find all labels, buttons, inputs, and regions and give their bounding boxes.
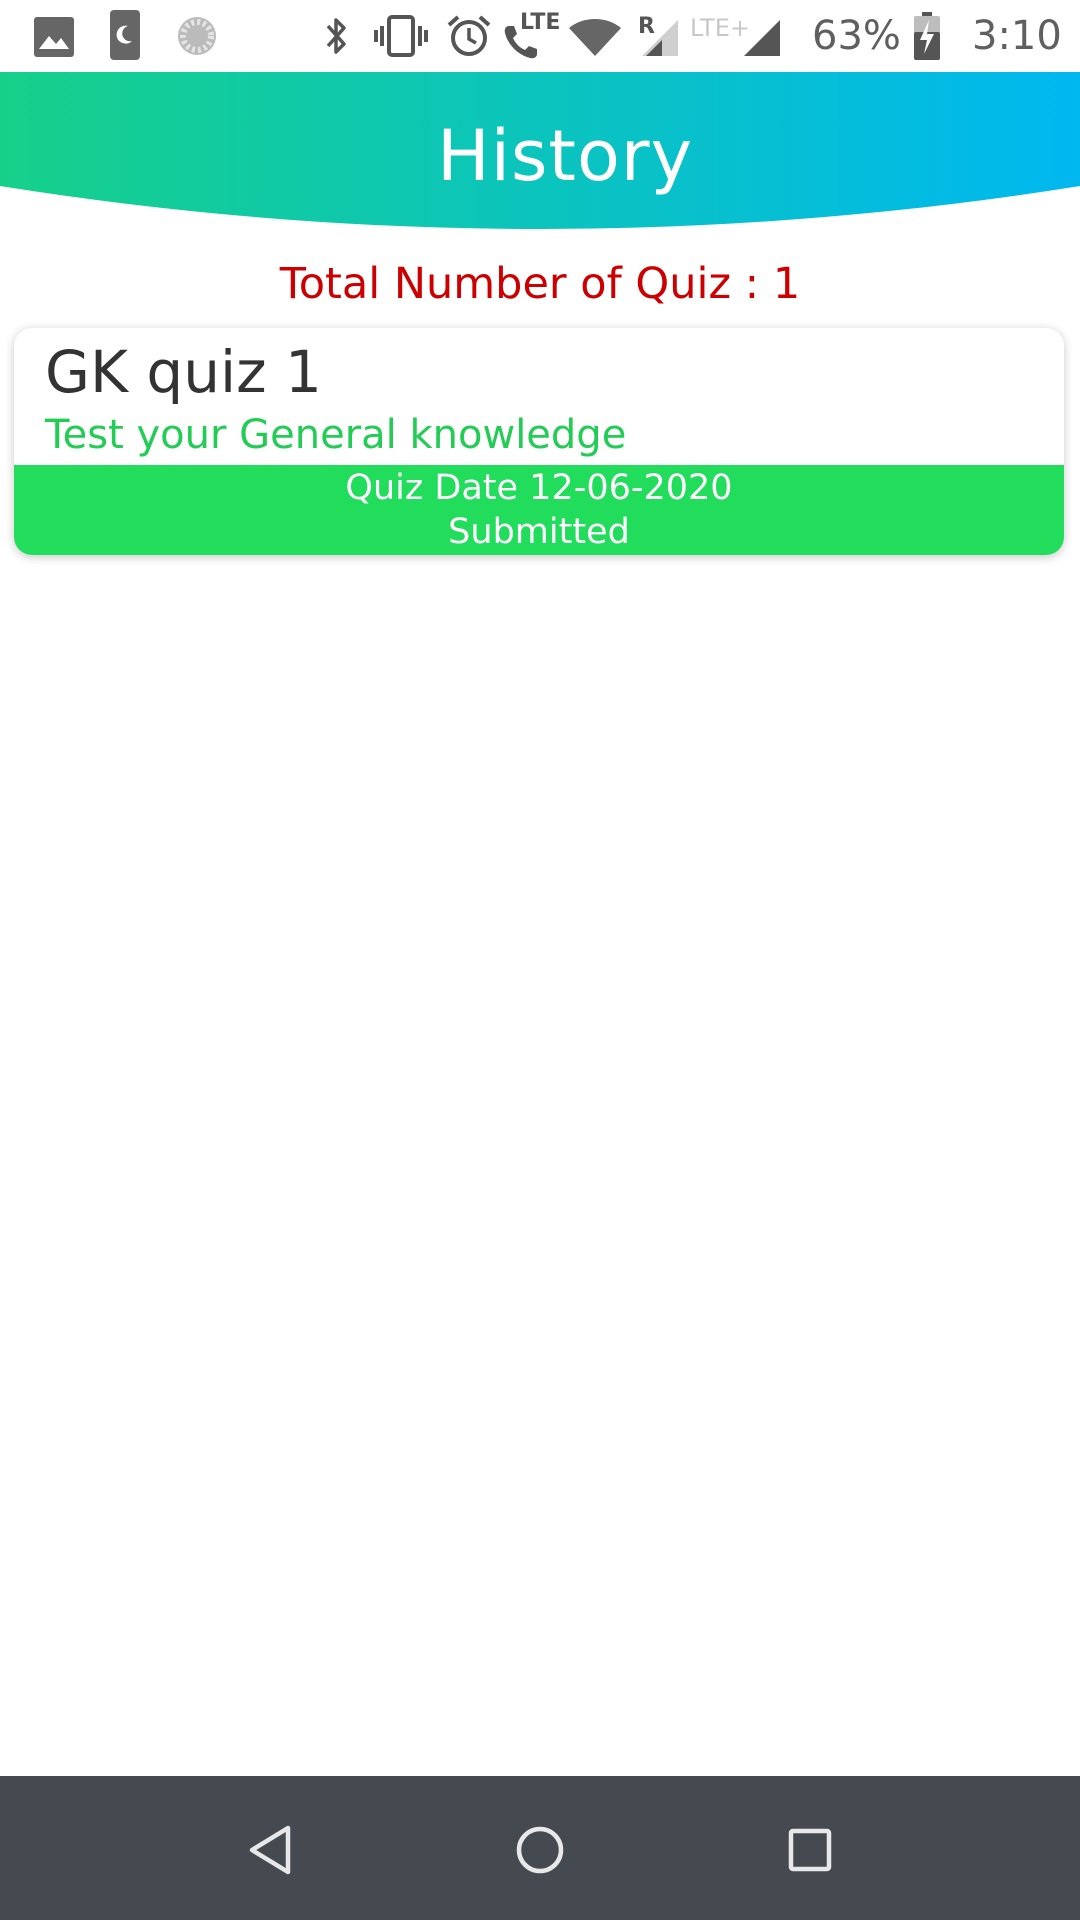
page-title: History [436, 115, 694, 197]
quiz-description: Test your General knowledge [45, 412, 627, 458]
do-not-disturb-icon [110, 10, 140, 60]
battery-percent: 63% [812, 13, 901, 59]
vibrate-icon [374, 15, 428, 57]
system-navigation-bar [0, 1776, 1080, 1920]
bluetooth-icon [326, 18, 346, 54]
quiz-history-list: GK quiz 1 Test your General knowledge Qu… [14, 328, 1064, 555]
lte-label: LTE [520, 10, 561, 35]
battery-charging-icon [914, 12, 940, 60]
signal-icon [744, 20, 780, 56]
wifi-icon [569, 19, 621, 56]
quiz-footer: Quiz Date 12-06-2020 Submitted [14, 465, 1064, 555]
back-icon [249, 1825, 291, 1875]
back-button[interactable] [220, 1800, 320, 1900]
header: History [0, 72, 1080, 232]
total-quiz-count: Total Number of Quiz : 1 [279, 259, 801, 309]
home-icon [516, 1826, 564, 1874]
alarm-icon [447, 15, 491, 56]
gallery-icon [34, 17, 74, 57]
quiz-history-card[interactable]: GK quiz 1 Test your General knowledge Qu… [14, 328, 1064, 555]
recents-button[interactable] [760, 1800, 860, 1900]
recents-icon [788, 1828, 832, 1872]
lte-plus-label: LTE+ [690, 14, 750, 42]
quiz-date: Quiz Date 12-06-2020 [345, 468, 733, 508]
quiz-title: GK quiz 1 [45, 338, 322, 406]
clock-time: 3:10 [972, 13, 1062, 59]
home-button[interactable] [490, 1800, 590, 1900]
signal-icon [642, 20, 678, 56]
status-bar: LTE R LTE+ 63% 3:10 [0, 0, 1080, 72]
quiz-status: Submitted [448, 512, 630, 552]
sync-icon [178, 17, 216, 55]
